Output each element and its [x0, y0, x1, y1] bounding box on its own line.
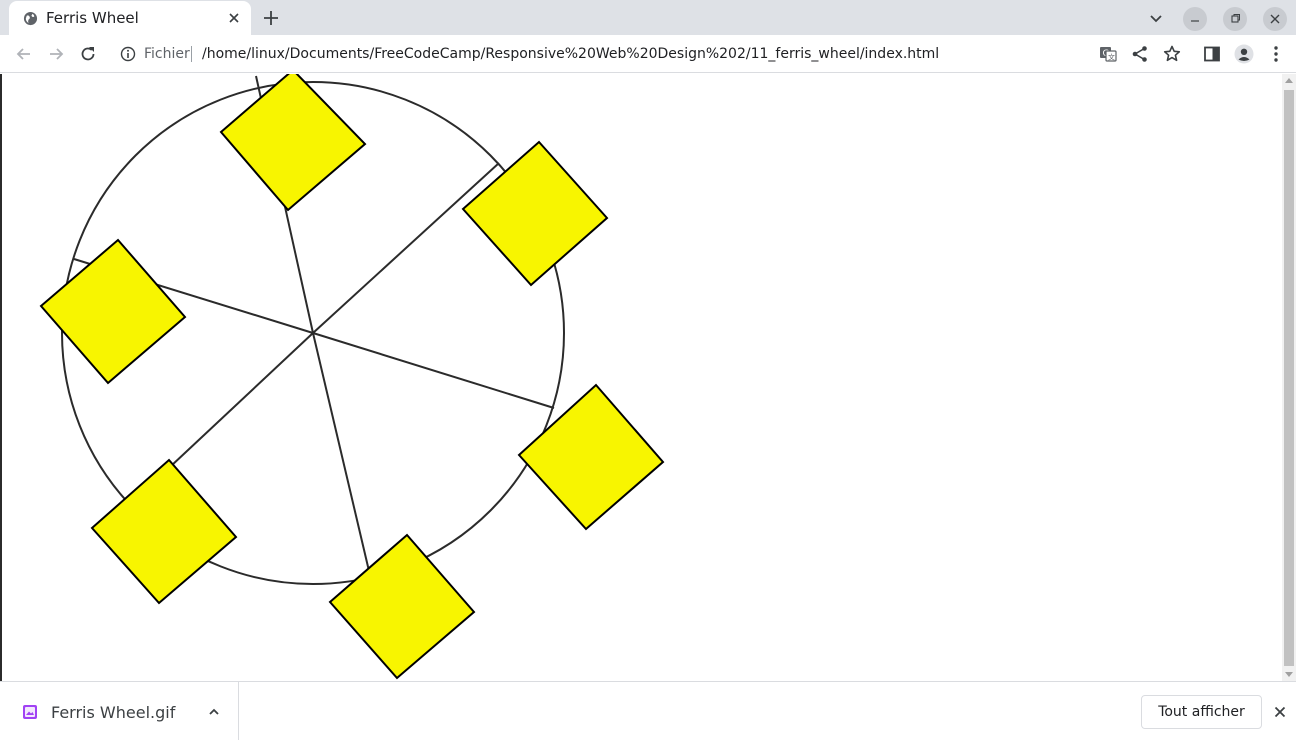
- address-bar[interactable]: Fichier /home/linux/Documents/FreeCodeCa…: [110, 38, 1210, 70]
- browser-window: Ferris Wheel Fichier /home/linux/Documen…: [0, 0, 1296, 740]
- restore-icon: [1231, 14, 1240, 23]
- arrow-right-icon[interactable]: [46, 44, 66, 64]
- chevron-up-icon[interactable]: [207, 705, 221, 719]
- scheme-label: Fichier: [144, 46, 190, 62]
- close-icon[interactable]: [226, 10, 242, 26]
- wheel-cabin: [90, 458, 238, 605]
- chevron-down-icon[interactable]: [1148, 10, 1164, 26]
- wheel-cabin: [461, 140, 609, 287]
- scroll-thumb[interactable]: [1284, 90, 1294, 666]
- wheel-cabin: [517, 383, 665, 531]
- wheel-spoke: [312, 332, 370, 572]
- close-icon[interactable]: [1272, 704, 1288, 720]
- omnibox-separator: [191, 46, 192, 62]
- page-scrollbar[interactable]: [1282, 74, 1296, 681]
- wheel-spoke: [170, 332, 314, 467]
- download-item[interactable]: Ferris Wheel.gif: [0, 682, 239, 740]
- plus-icon[interactable]: [262, 9, 280, 27]
- reload-icon[interactable]: [78, 44, 98, 64]
- minimize-icon: [1191, 20, 1199, 22]
- image-file-icon: [23, 705, 37, 719]
- translate-icon[interactable]: G 文: [1098, 44, 1118, 64]
- wheel-spoke: [312, 162, 500, 334]
- download-file-name: Ferris Wheel.gif: [51, 703, 176, 722]
- ferris-wheel: [39, 74, 665, 680]
- side-panel-icon[interactable]: [1202, 44, 1222, 64]
- wheel-cabin: [39, 238, 187, 385]
- show-all-downloads-button[interactable]: Tout afficher: [1141, 695, 1262, 729]
- kebab-menu-icon[interactable]: [1266, 44, 1286, 64]
- wheel-cabin: [328, 533, 476, 680]
- restore-button[interactable]: [1223, 7, 1247, 31]
- tab-title: Ferris Wheel: [46, 9, 139, 27]
- tab-ferris-wheel[interactable]: Ferris Wheel: [9, 1, 251, 35]
- close-window-button[interactable]: [1263, 7, 1287, 31]
- wheel-spoke: [312, 332, 555, 409]
- info-icon[interactable]: [120, 46, 136, 62]
- close-window-icon: [1270, 14, 1280, 24]
- url-text[interactable]: /home/linux/Documents/FreeCodeCamp/Respo…: [202, 46, 939, 62]
- svg-text:文: 文: [1108, 53, 1115, 62]
- share-icon[interactable]: [1130, 44, 1150, 64]
- browser-toolbar: Fichier /home/linux/Documents/FreeCodeCa…: [0, 35, 1296, 73]
- star-icon[interactable]: [1162, 44, 1182, 64]
- scroll-up-arrow[interactable]: [1285, 78, 1293, 83]
- page-viewport: [0, 74, 1296, 681]
- download-shelf: Ferris Wheel.gif Tout afficher: [0, 681, 1296, 740]
- arrow-left-icon[interactable]: [14, 44, 34, 64]
- profile-icon[interactable]: [1234, 44, 1254, 64]
- tab-strip: Ferris Wheel: [0, 0, 1296, 35]
- wheel-cabin: [219, 74, 367, 212]
- scroll-down-arrow[interactable]: [1285, 672, 1293, 677]
- globe-icon: [23, 11, 38, 26]
- minimize-button[interactable]: [1183, 7, 1207, 31]
